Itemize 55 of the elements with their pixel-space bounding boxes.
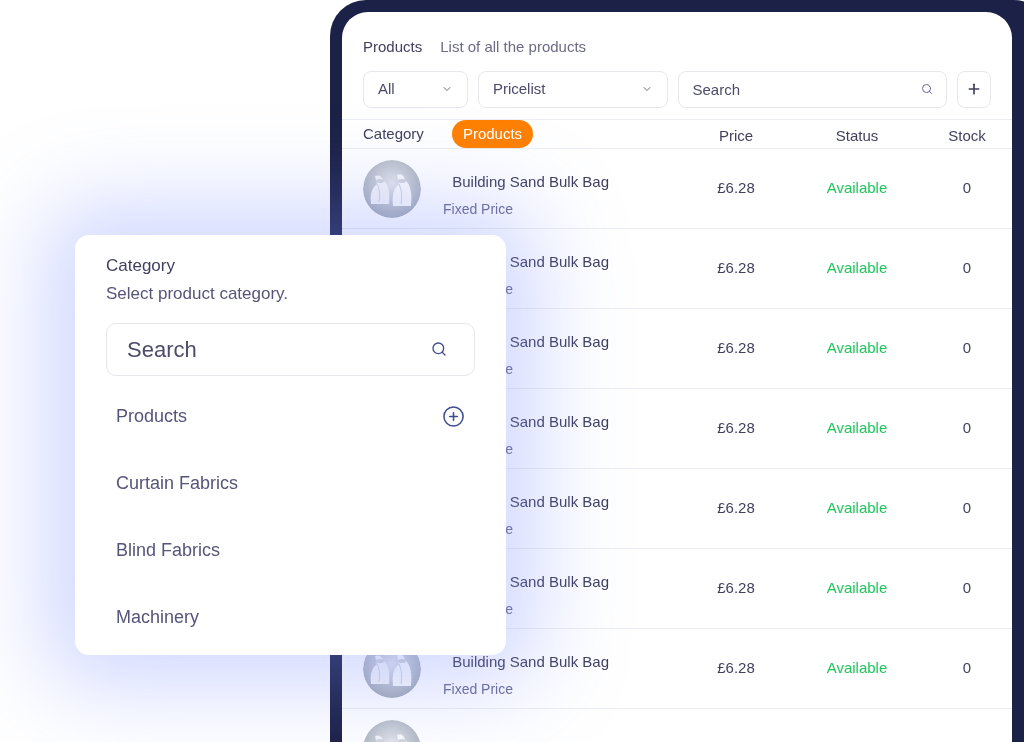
product-subtitle: e — [505, 280, 513, 300]
filter-dropdown[interactable]: All — [363, 70, 468, 108]
product-name: Building Sand Bulk Bag — [452, 651, 609, 672]
status-cell-text: Available — [826, 498, 888, 519]
column-header: Status — [835, 125, 879, 146]
status-cell-text: Available — [826, 258, 888, 279]
stock-cell-text: 0 — [962, 338, 972, 359]
page-title: Products — [363, 37, 423, 57]
column-header: Price — [718, 125, 754, 146]
category-item[interactable]: Curtain Fabrics — [106, 450, 475, 517]
status-cell-text: Available — [826, 658, 888, 679]
product-subtitle: e — [505, 520, 513, 540]
status-cell-text: Available — [826, 578, 888, 599]
stock-cell-text: 0 — [962, 658, 972, 679]
product-name: Building Sand Bulk Bag — [452, 171, 609, 192]
product-name: Sand Bulk Bag — [509, 491, 609, 512]
product-subtitle: e — [505, 440, 513, 460]
price-cell-text: £6.28 — [717, 258, 755, 279]
product-subtitle: e — [505, 360, 513, 380]
product-name: Sand Bulk Bag — [509, 251, 609, 272]
price-cell-text: £6.28 — [717, 418, 755, 439]
status-cell-text: Available — [826, 338, 888, 359]
product-name: Sand Bulk Bag — [509, 411, 609, 432]
search-field[interactable]: Search — [106, 323, 475, 376]
status-cell-text: Available — [826, 178, 888, 199]
price-cell-text: £6.28 — [717, 658, 755, 679]
filter-dropdown[interactable]: Pricelist — [477, 70, 668, 108]
stock-cell-text: 0 — [962, 178, 972, 199]
status-cell-text: Available — [826, 418, 888, 439]
column-header: Stock — [948, 125, 986, 146]
product-subtitle: Fixed Price — [442, 200, 513, 220]
product-subtitle: e — [505, 600, 513, 620]
product-name: Sand Bulk Bag — [509, 331, 609, 352]
stock-cell-text: 0 — [962, 498, 972, 519]
search-icon — [921, 82, 934, 95]
popover-title: Category — [106, 255, 176, 277]
stock-cell-text: 0 — [962, 418, 972, 439]
page-subtitle: List of all the products — [440, 37, 587, 57]
product-subtitle: Fixed Price — [442, 680, 513, 700]
price-cell-text: £6.28 — [717, 578, 755, 599]
add-circle-icon[interactable] — [442, 405, 465, 428]
stock-cell-text: 0 — [962, 258, 972, 279]
product-name: Sand Bulk Bag — [509, 571, 609, 592]
column-header: Category — [363, 123, 424, 144]
category-item[interactable]: Products — [106, 383, 475, 450]
search-field[interactable]: Search — [677, 70, 948, 108]
price-cell-text: £6.28 — [717, 498, 755, 519]
category-item[interactable]: Blind Fabrics — [106, 517, 475, 584]
search-icon — [431, 341, 447, 357]
category-item[interactable]: Machinery — [106, 584, 475, 651]
price-cell-text: £6.28 — [717, 338, 755, 359]
price-cell-text: £6.28 — [717, 178, 755, 199]
stock-cell-text: 0 — [962, 578, 972, 599]
add-button[interactable] — [957, 70, 991, 108]
popover-subtitle: Select product category. — [106, 282, 290, 305]
